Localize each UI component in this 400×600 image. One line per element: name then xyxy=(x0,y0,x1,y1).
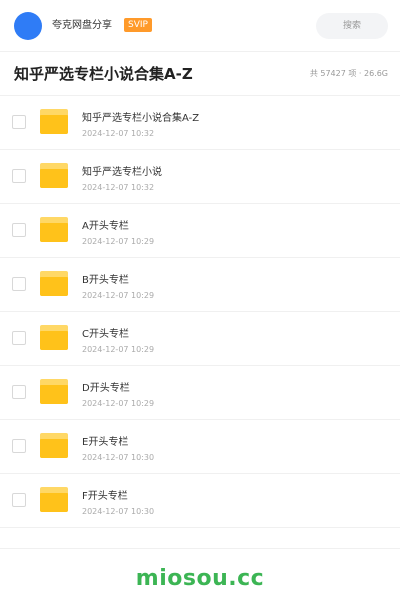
file-list: 知乎严选专栏小说合集A-Z 2024-12-07 10:32 知乎严选专栏小说 … xyxy=(0,96,400,528)
checkbox-icon[interactable] xyxy=(12,277,26,291)
avatar[interactable] xyxy=(14,12,42,40)
item-date: 2024-12-07 10:32 xyxy=(82,129,155,138)
list-item[interactable]: D开头专栏 2024-12-07 10:29 xyxy=(0,366,400,420)
folder-icon xyxy=(40,433,68,458)
username: 夸克网盘分享 xyxy=(52,20,112,31)
list-item[interactable]: 知乎严选专栏小说 2024-12-07 10:32 xyxy=(0,150,400,204)
item-date: 2024-12-07 10:32 xyxy=(82,183,155,192)
item-name: B开头专栏 xyxy=(82,275,129,286)
checkbox-icon[interactable] xyxy=(12,439,26,453)
item-name: 知乎严选专栏小说 xyxy=(82,167,162,178)
folder-icon xyxy=(40,217,68,242)
item-date: 2024-12-07 10:29 xyxy=(82,237,155,246)
footer: miosou.cc xyxy=(0,548,400,600)
checkbox-icon[interactable] xyxy=(12,493,26,507)
item-date: 2024-12-07 10:30 xyxy=(82,453,155,462)
folder-icon xyxy=(40,379,68,404)
folder-icon xyxy=(40,271,68,296)
item-name: E开头专栏 xyxy=(82,437,129,448)
checkbox-icon[interactable] xyxy=(12,169,26,183)
folder-icon xyxy=(40,487,68,512)
item-name: F开头专栏 xyxy=(82,491,128,502)
list-item[interactable]: A开头专栏 2024-12-07 10:29 xyxy=(0,204,400,258)
folder-icon xyxy=(40,163,68,188)
list-item[interactable]: C开头专栏 2024-12-07 10:29 xyxy=(0,312,400,366)
item-date: 2024-12-07 10:29 xyxy=(82,345,155,354)
page-title: 知乎严选专栏小说合集A-Z xyxy=(14,65,193,83)
item-name: C开头专栏 xyxy=(82,329,129,340)
item-date: 2024-12-07 10:29 xyxy=(82,291,155,300)
top-bar: 夸克网盘分享 SVIP xyxy=(0,0,400,52)
list-item[interactable]: 知乎严选专栏小说合集A-Z 2024-12-07 10:32 xyxy=(0,96,400,150)
item-name: A开头专栏 xyxy=(82,221,129,232)
checkbox-icon[interactable] xyxy=(12,385,26,399)
folder-icon xyxy=(40,325,68,350)
list-item[interactable]: F开头专栏 2024-12-07 10:30 xyxy=(0,474,400,528)
item-date: 2024-12-07 10:30 xyxy=(82,507,155,516)
watermark: miosou.cc xyxy=(135,566,265,591)
file-stats: 共 57427 项 · 26.6G xyxy=(309,69,388,78)
checkbox-icon[interactable] xyxy=(12,115,26,129)
svip-badge: SVIP xyxy=(124,18,152,32)
list-item[interactable]: E开头专栏 2024-12-07 10:30 xyxy=(0,420,400,474)
search-input[interactable] xyxy=(316,13,388,39)
item-name: D开头专栏 xyxy=(82,383,130,394)
item-date: 2024-12-07 10:29 xyxy=(82,399,155,408)
checkbox-icon[interactable] xyxy=(12,331,26,345)
checkbox-icon[interactable] xyxy=(12,223,26,237)
title-bar: 知乎严选专栏小说合集A-Z 共 57427 项 · 26.6G xyxy=(0,52,400,96)
list-item[interactable]: B开头专栏 2024-12-07 10:29 xyxy=(0,258,400,312)
item-name: 知乎严选专栏小说合集A-Z xyxy=(82,113,200,124)
folder-icon xyxy=(40,109,68,134)
